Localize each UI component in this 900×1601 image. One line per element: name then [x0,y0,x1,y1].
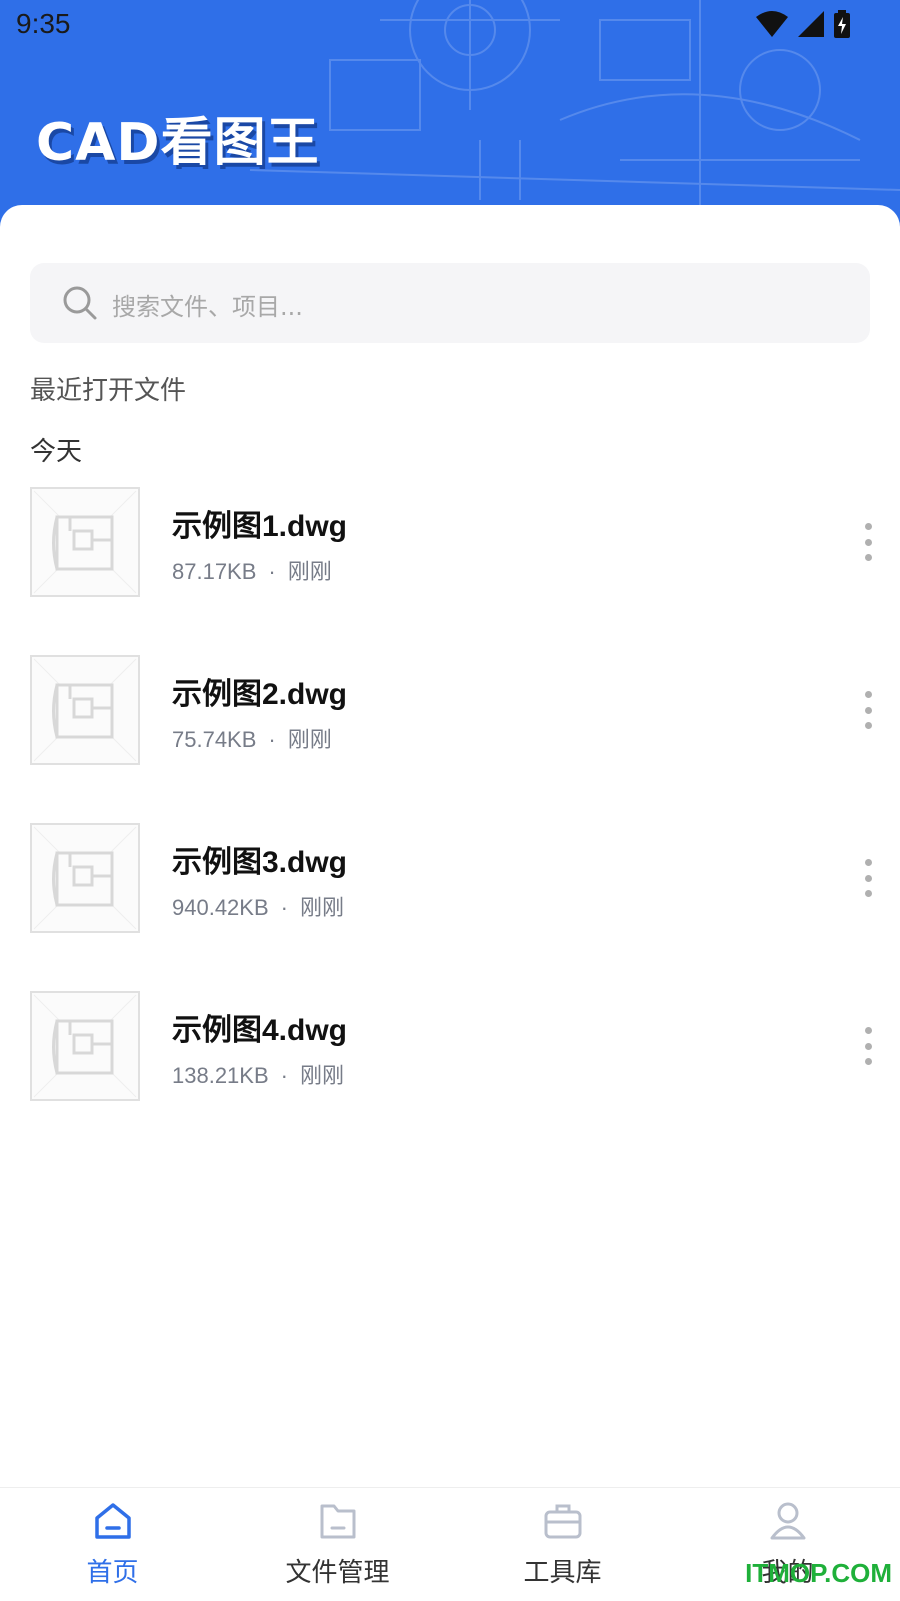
file-size: 138.21KB [172,1063,269,1088]
signal-icon [798,11,824,37]
battery-icon [834,10,850,38]
file-item[interactable]: 示例图2.dwg 75.74KB · 刚刚 [0,655,900,775]
file-name: 示例图4.dwg [172,1014,348,1047]
file-time: 刚刚 [287,727,332,752]
tab-file-manager[interactable]: 文件管理 [225,1488,450,1601]
file-thumbnail [30,655,140,765]
file-meta: 138.21KB · 刚刚 [172,1058,344,1090]
home-icon [95,1503,131,1539]
tab-toolbox-label: 工具库 [523,1558,602,1588]
watermark: ITMOP.COM [745,1558,892,1588]
meta-separator: · [280,1063,288,1088]
file-thumbnail [30,823,140,933]
app-logo: CAD看图王 [36,113,320,173]
wifi-icon [756,11,788,37]
tab-home-label: 首页 [86,1558,139,1588]
blueprint-icon [33,658,137,762]
file-time: 刚刚 [287,559,332,584]
file-name: 示例图3.dwg [172,846,348,879]
toolbox-icon [544,1504,582,1539]
tab-home[interactable]: 首页 [0,1488,225,1601]
meta-separator: · [280,895,288,920]
file-time: 刚刚 [299,1063,344,1088]
file-meta: 87.17KB · 刚刚 [172,554,332,586]
date-group-title: 今天 [30,437,83,467]
file-item[interactable]: 示例图3.dwg 940.42KB · 刚刚 [0,823,900,943]
blueprint-icon [33,826,137,930]
file-size: 87.17KB [172,559,257,584]
file-name: 示例图1.dwg [172,510,348,543]
more-options-icon[interactable] [862,859,874,897]
recent-files-title: 最近打开文件 [30,376,187,406]
file-meta: 75.74KB · 刚刚 [172,722,332,754]
search-placeholder: 搜索文件、项目... [112,293,303,321]
more-options-icon[interactable] [862,1027,874,1065]
meta-separator: · [268,559,276,584]
file-item[interactable]: 示例图1.dwg 87.17KB · 刚刚 [0,487,900,607]
file-size: 940.42KB [172,895,269,920]
more-options-icon[interactable] [862,691,874,729]
file-thumbnail [30,991,140,1101]
meta-separator: · [268,727,276,752]
blueprint-icon [33,994,137,1098]
status-bar: 9:35 [0,0,900,50]
file-meta: 940.42KB · 刚刚 [172,890,344,922]
search-icon [63,286,97,320]
file-size: 75.74KB [172,727,257,752]
user-icon [770,1502,806,1540]
tab-file-manager-label: 文件管理 [285,1558,390,1588]
blueprint-icon [33,490,137,594]
app-header: 9:35 CAD看图王 [0,0,900,230]
tab-toolbox[interactable]: 工具库 [450,1488,675,1601]
main-content: 搜索文件、项目... 最近打开文件 今天 示例图1.dwg 87.17KB · 刚刚… [0,205,900,1487]
file-name: 示例图2.dwg [172,678,348,711]
file-time: 刚刚 [299,895,344,920]
status-time: 9:35 [16,8,71,39]
file-thumbnail [30,487,140,597]
folder-icon [320,1504,356,1539]
file-item[interactable]: 示例图4.dwg 138.21KB · 刚刚 [0,991,900,1111]
more-options-icon[interactable] [862,523,874,561]
search-input[interactable]: 搜索文件、项目... [30,263,870,343]
